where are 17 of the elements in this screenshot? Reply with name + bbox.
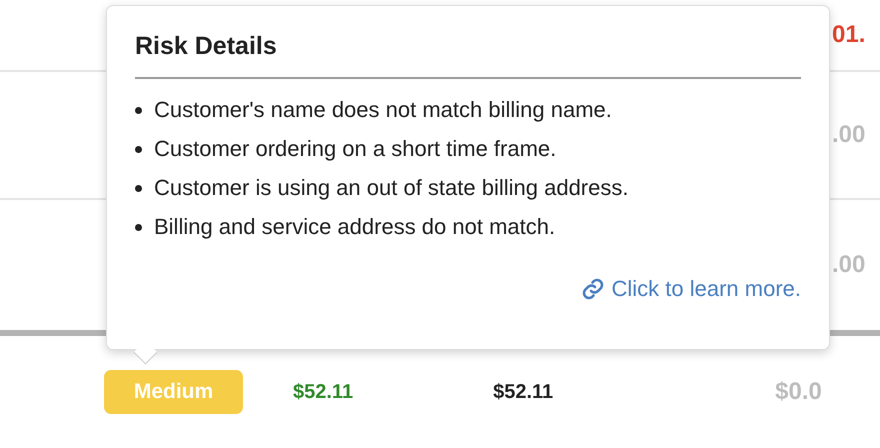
list-item: Customer is using an out of state billing address. (154, 174, 628, 202)
amount-text: $52.11 (493, 380, 554, 404)
bullet-icon (135, 224, 142, 230)
amount-text: .00 (832, 251, 866, 279)
bullet-icon (135, 106, 142, 114)
list-item: Customer ordering on a short time frame. (154, 135, 556, 163)
bullet-icon (135, 146, 142, 152)
tooltip-title: Risk Details (135, 32, 801, 79)
bullet-icon (135, 184, 142, 192)
amount-text: .00 (832, 121, 866, 149)
list-item: Customer's name does not match billing name. (154, 96, 612, 124)
amount-text: $0.0 (775, 378, 822, 406)
amount-text: $52.11 (293, 380, 354, 404)
amount-text: 01. (832, 21, 866, 49)
list-item: Billing and service address do not match. (154, 213, 556, 241)
learn-more-link[interactable]: Click to learn more. (581, 276, 801, 302)
link-icon (581, 277, 606, 301)
